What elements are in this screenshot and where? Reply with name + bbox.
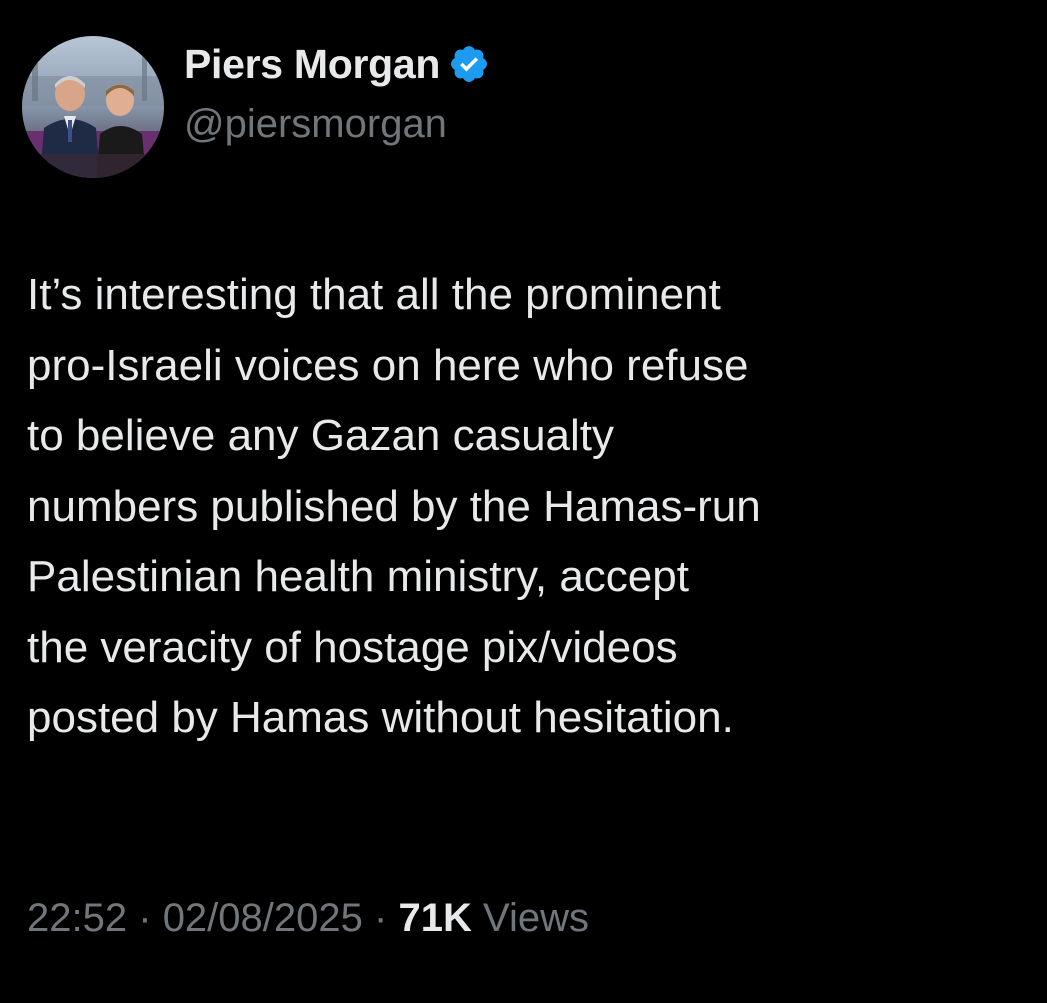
tweet-date[interactable]: 02/08/2025 [163, 896, 363, 940]
tweet-text: It’s interesting that all the prominent … [27, 270, 761, 742]
tweet-card: Piers Morgan @piersmorgan It’s interesti… [0, 0, 1047, 1003]
author-display-name[interactable]: Piers Morgan [184, 41, 440, 88]
author-handle[interactable]: @piersmorgan [184, 102, 447, 147]
meta-separator: · [374, 896, 388, 940]
tweet-meta: 22:52 · 02/08/2025 · 71K Views [27, 896, 589, 941]
verified-badge-icon [448, 43, 490, 85]
views-count: 71K [398, 896, 472, 940]
author-avatar[interactable] [22, 36, 164, 178]
author-name-row: Piers Morgan [184, 36, 490, 92]
views-label: Views [482, 896, 589, 940]
avatar-photo-icon [22, 36, 164, 178]
meta-separator: · [138, 896, 152, 940]
tweet-time[interactable]: 22:52 [27, 896, 127, 940]
